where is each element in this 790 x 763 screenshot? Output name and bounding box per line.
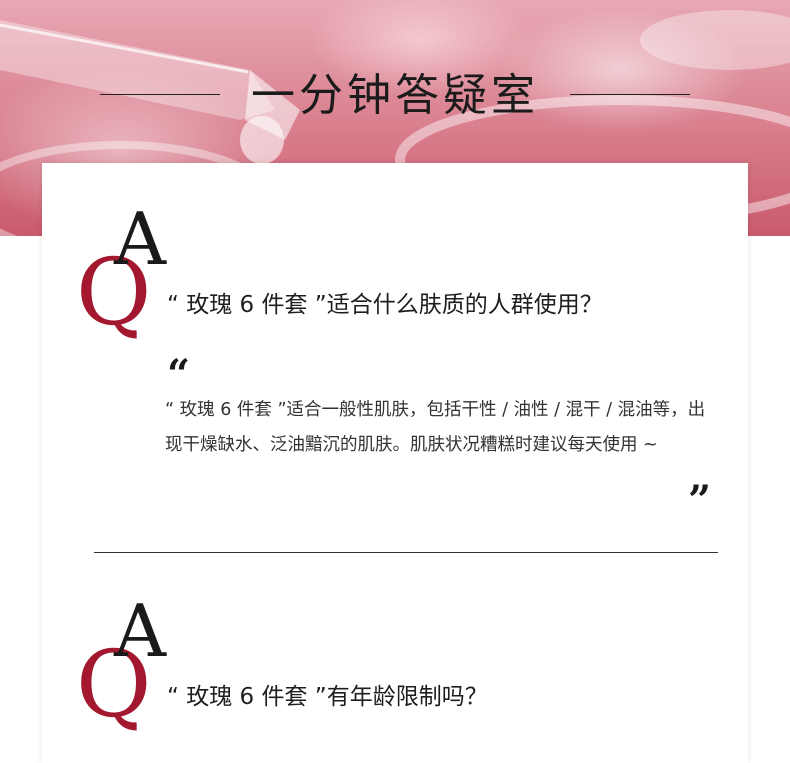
a-letter: A: [114, 197, 166, 281]
page-title: 一分钟答疑室: [251, 70, 539, 121]
qa-card: Q A “ 玫瑰 6 件套 ”适合什么肤质的人群使用？ “ “ 玫瑰 6 件套 …: [42, 163, 748, 763]
a-letter: A: [114, 589, 166, 673]
section-divider: [94, 552, 718, 553]
answer-text: “ 玫瑰 6 件套 ”适合一般性肌肤，包括干性 / 油性 / 混干 / 混油等，…: [165, 400, 706, 455]
close-quote-mark: ”: [688, 477, 712, 524]
header-title-row: 一分钟答疑室: [0, 66, 790, 126]
qa-logo: Q A: [76, 595, 186, 735]
question-text: “ 玫瑰 6 件套 ”有年龄限制吗？: [167, 684, 488, 710]
open-quote-mark: “: [167, 351, 191, 398]
question-text: “ 玫瑰 6 件套 ”适合什么肤质的人群使用？: [167, 292, 603, 318]
title-divider-right: [570, 94, 690, 95]
title-divider-left: [100, 94, 220, 95]
qa-logo: Q A: [76, 203, 186, 343]
